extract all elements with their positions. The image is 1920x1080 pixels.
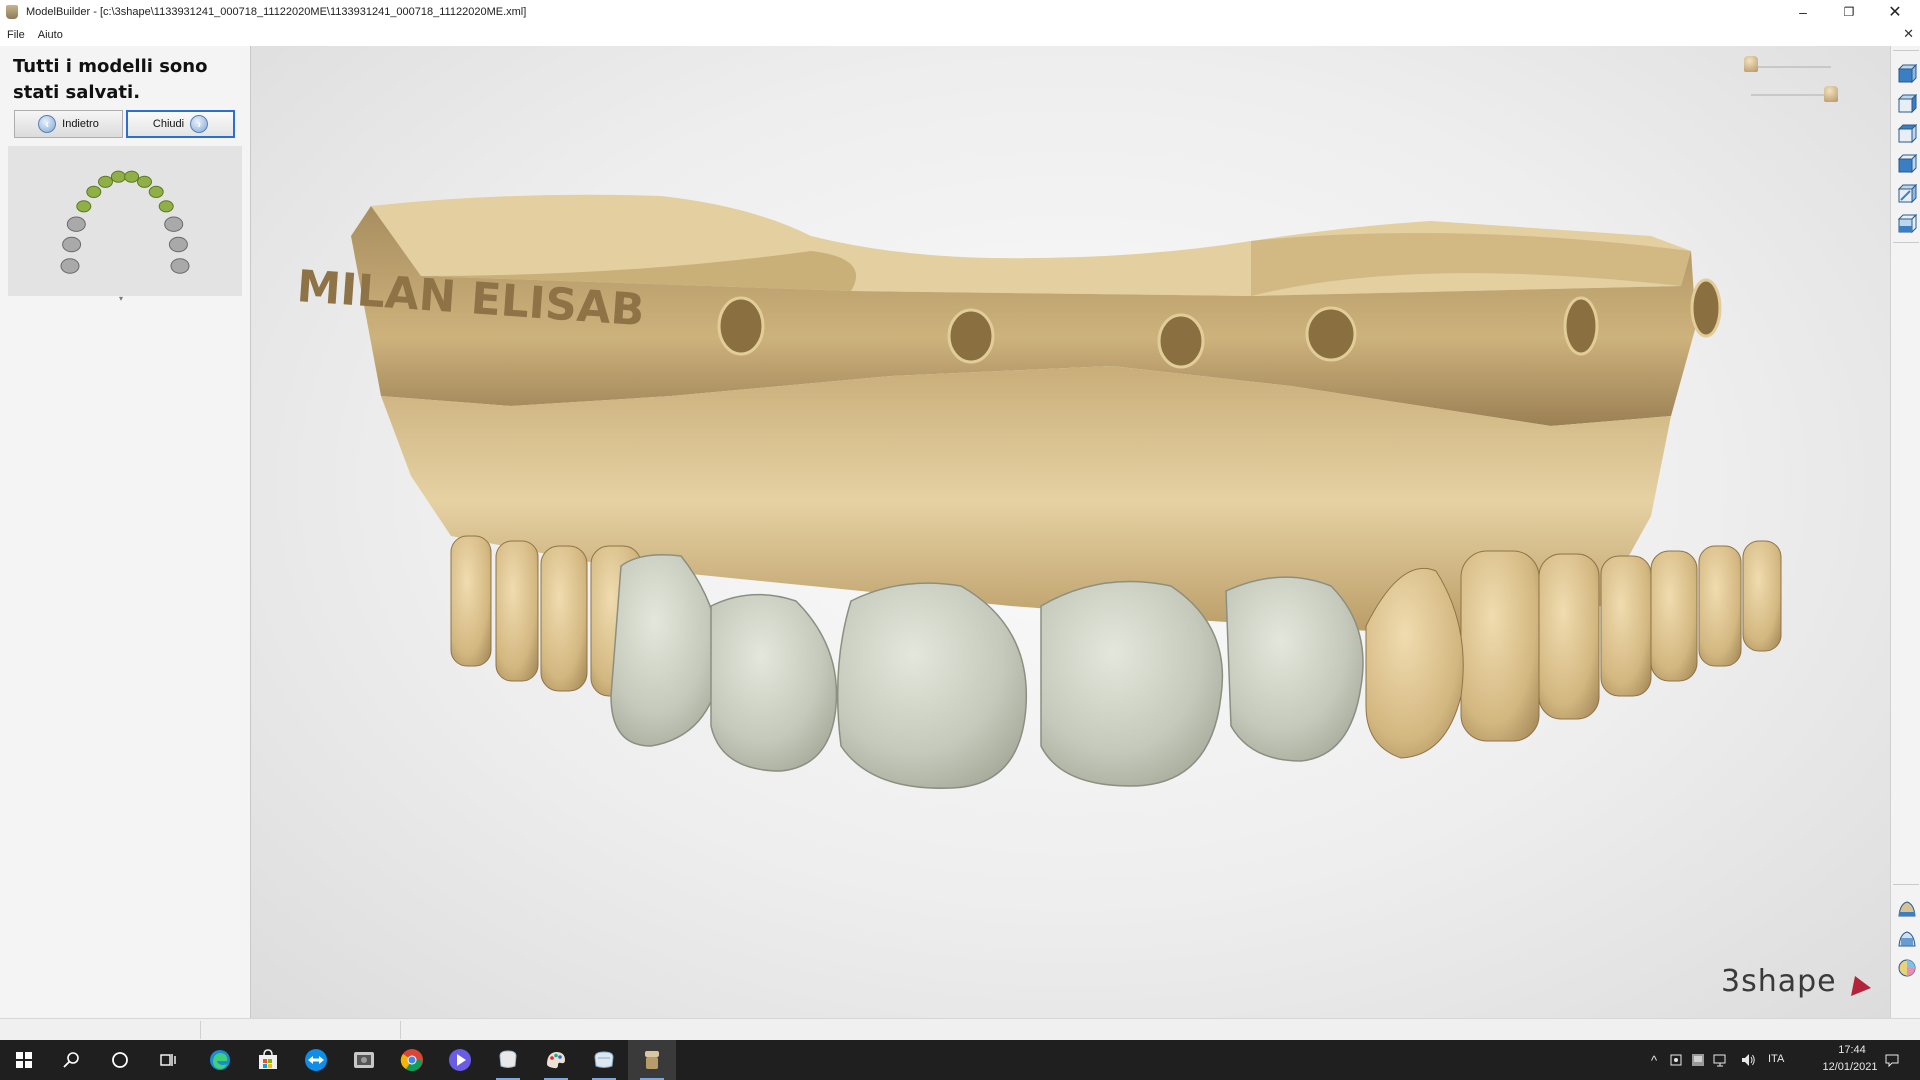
taskbar-photos[interactable]	[340, 1040, 388, 1080]
arch-tooth[interactable]	[62, 236, 82, 253]
input-language[interactable]: ITA	[1768, 1053, 1784, 1065]
edge-icon	[210, 1050, 230, 1070]
close-window-button[interactable]: ✕	[1872, 0, 1918, 24]
arch-tooth[interactable]	[168, 236, 188, 253]
menu-help[interactable]: Aiuto	[31, 29, 69, 41]
dental-arch-diagram	[60, 170, 190, 274]
chrome-icon	[400, 1049, 423, 1072]
media-player-icon	[449, 1049, 471, 1071]
cortana-icon	[112, 1052, 128, 1068]
minimize-button[interactable]: –	[1780, 0, 1826, 24]
arch-tooth[interactable]	[164, 216, 184, 232]
expand-arrow-icon[interactable]: ▾	[119, 294, 123, 303]
brand-logo: 3shape	[1721, 964, 1837, 999]
store-icon	[259, 1049, 277, 1069]
dental-app-icon	[499, 1050, 517, 1068]
view-right-icon[interactable]	[1897, 154, 1917, 174]
cortana-button[interactable]	[96, 1040, 144, 1080]
maximize-button[interactable]: ❐	[1826, 0, 1872, 24]
scanner-app-icon	[594, 1051, 614, 1068]
close-button-label: Chiudi	[152, 118, 185, 130]
network-icon[interactable]	[1712, 1052, 1728, 1068]
modelbuilder-icon	[645, 1051, 659, 1069]
arch-tooth[interactable]	[86, 185, 102, 199]
clipping-slider-knob[interactable]	[1744, 56, 1758, 72]
task-view-icon	[160, 1054, 176, 1066]
back-button[interactable]: ‹ Indietro	[14, 110, 123, 138]
taskbar-chrome[interactable]	[388, 1040, 436, 1080]
transparency-slider-track[interactable]	[1751, 94, 1831, 96]
paint-icon	[547, 1052, 565, 1069]
arch-tooth[interactable]	[170, 258, 190, 274]
toolbar-separator	[1893, 884, 1919, 885]
task-view-button[interactable]	[144, 1040, 192, 1080]
taskbar-paint[interactable]	[532, 1040, 580, 1080]
taskbar-scanner-app[interactable]	[580, 1040, 628, 1080]
status-divider	[200, 1021, 201, 1039]
taskbar-modelbuilder[interactable]	[628, 1040, 676, 1080]
toolbar-separator	[1893, 242, 1919, 243]
3d-viewport[interactable]: MILAN ELISAB 3shape	[250, 46, 1891, 1018]
menu-bar: File Aiuto	[0, 24, 1920, 46]
view-left-icon[interactable]	[1897, 124, 1917, 144]
view-front-icon[interactable]	[1897, 64, 1917, 84]
color-mode-icon[interactable]	[1897, 958, 1917, 978]
tray-device-icon[interactable]	[1668, 1052, 1684, 1068]
taskbar-teamviewer[interactable]	[292, 1040, 340, 1080]
arch-tooth[interactable]	[158, 200, 174, 213]
arch-tooth[interactable]	[148, 185, 164, 199]
arch-tooth[interactable]	[124, 170, 140, 183]
toolbar-separator	[1893, 50, 1919, 51]
dental-arch-overview[interactable]	[8, 146, 242, 296]
taskbar-media-player[interactable]	[436, 1040, 484, 1080]
right-toolbar	[1890, 46, 1920, 1018]
window-title: ModelBuilder - [c:\3shape\1133931241_000…	[26, 6, 527, 18]
dental-model-render[interactable]: MILAN ELISAB 3shape	[251, 46, 1891, 1018]
left-panel: Tutti i modelli sono stati salvati. ‹ In…	[0, 46, 250, 1018]
tray-overflow-icon[interactable]: ^	[1646, 1052, 1662, 1068]
model-visibility-icon[interactable]	[1897, 898, 1917, 918]
clipping-slider-track[interactable]	[1751, 66, 1831, 68]
volume-icon[interactable]	[1740, 1052, 1756, 1068]
status-message: Tutti i modelli sono stati salvati.	[13, 56, 208, 103]
arch-tooth[interactable]	[98, 175, 113, 188]
notifications-icon[interactable]	[1884, 1052, 1900, 1068]
arrow-right-icon: ›	[190, 115, 209, 133]
status-bar	[0, 1018, 1920, 1041]
photos-icon	[354, 1052, 374, 1068]
taskbar: ^ ITA 17:44 12/01/2021	[0, 1040, 1920, 1080]
tray-app-icon[interactable]	[1690, 1052, 1706, 1068]
back-button-label: Indietro	[62, 118, 99, 130]
menu-file[interactable]: File	[0, 29, 31, 41]
start-button[interactable]	[0, 1040, 48, 1080]
arch-tooth[interactable]	[60, 258, 80, 274]
search-icon	[63, 1052, 79, 1068]
close-button[interactable]: Chiudi ›	[126, 110, 235, 138]
arch-tooth[interactable]	[137, 175, 152, 188]
model-transparency-icon[interactable]	[1897, 928, 1917, 948]
view-bottom-icon[interactable]	[1897, 214, 1917, 234]
clock-time[interactable]: 17:44	[1822, 1044, 1882, 1056]
view-top-icon[interactable]	[1897, 184, 1917, 204]
clock-date[interactable]: 12/01/2021	[1812, 1061, 1888, 1073]
brand-mark-icon	[1851, 976, 1871, 996]
taskbar-store[interactable]	[244, 1040, 292, 1080]
start-icon	[16, 1052, 32, 1068]
search-button[interactable]	[48, 1040, 96, 1080]
close-document-button[interactable]: ✕	[1903, 26, 1914, 42]
title-bar: ModelBuilder - [c:\3shape\1133931241_000…	[0, 0, 1920, 24]
app-icon	[6, 5, 18, 19]
transparency-slider-knob[interactable]	[1824, 86, 1838, 102]
arch-tooth[interactable]	[110, 170, 126, 183]
taskbar-dental-app[interactable]	[484, 1040, 532, 1080]
status-divider	[400, 1021, 401, 1039]
arrow-left-icon: ‹	[38, 115, 57, 133]
taskbar-edge[interactable]	[196, 1040, 244, 1080]
view-back-icon[interactable]	[1897, 94, 1917, 114]
arch-tooth[interactable]	[66, 216, 86, 232]
arch-tooth[interactable]	[76, 200, 92, 213]
teamviewer-icon	[305, 1049, 327, 1071]
